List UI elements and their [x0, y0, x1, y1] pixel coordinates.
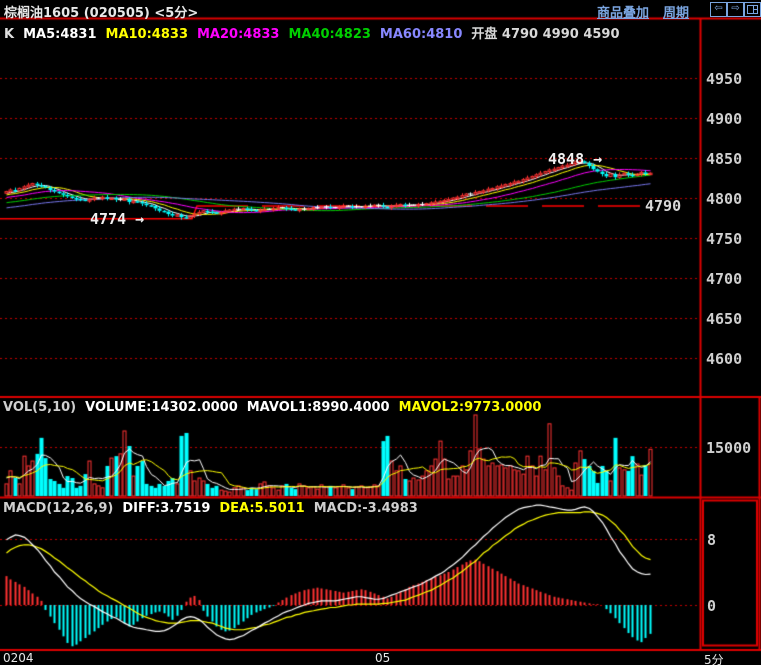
- price-axis-label: 4800: [706, 190, 742, 208]
- price-axis-label: 4900: [706, 110, 742, 128]
- x-axis-date-label: 0204: [3, 651, 34, 665]
- overlay-commodity-link[interactable]: 商品叠加: [597, 2, 649, 21]
- indicator-value: MA10:4833: [106, 27, 188, 42]
- indicator-value: 开盘 4790 4990 4590: [471, 27, 619, 42]
- price-axis-label: 4850: [706, 150, 742, 168]
- macd-indicator-row: MACD(12,26,9) DIFF:3.7519 DEA:5.5011 MACD:-…: [3, 501, 427, 516]
- indicator-value: MAVOL2:9773.0000: [399, 400, 542, 415]
- chart-canvas[interactable]: [0, 0, 761, 665]
- forward-arrow-icon: ⇨: [731, 3, 739, 14]
- price-axis-label: 4650: [706, 310, 742, 328]
- page-title: 棕榈油1605 (020505) <5分>: [4, 2, 198, 21]
- indicator-value: MACD:-3.4983: [314, 501, 418, 516]
- open-line-label: 4790: [645, 197, 681, 215]
- indicator-value: MA40:4823: [288, 27, 370, 42]
- indicator-value: MA60:4810: [380, 27, 462, 42]
- back-arrow-icon: ⇦: [714, 3, 722, 14]
- right-arrow-icon: →: [135, 210, 144, 228]
- session-low-annotation: 4774 →: [90, 210, 144, 228]
- right-arrow-icon: →: [593, 150, 602, 168]
- price-axis-label: 4750: [706, 230, 742, 248]
- chart-window: 棕榈油1605 (020505) <5分> 商品叠加 周期 ⇦ ⇨ K MA5:4…: [0, 0, 761, 665]
- price-axis-label: 4600: [706, 350, 742, 368]
- split-window-icon: [747, 5, 758, 14]
- volume-axis-label: 15000: [706, 439, 751, 457]
- period-status-label: 5分: [704, 651, 724, 665]
- macd-axis-label: 0: [707, 597, 716, 615]
- period-link[interactable]: 周期: [663, 2, 689, 21]
- indicator-value: MA5:4831: [23, 27, 96, 42]
- back-arrow-button[interactable]: ⇦: [710, 2, 727, 17]
- kline-indicator-row: K MA5:4831 MA10:4833 MA20:4833 MA40:4823 MA60…: [4, 23, 629, 42]
- indicator-value: DEA:5.5011: [219, 501, 304, 516]
- indicator-value: VOLUME:14302.0000: [85, 400, 238, 415]
- indicator-value: K: [4, 27, 14, 42]
- split-window-button[interactable]: [744, 2, 761, 17]
- indicator-value: MACD(12,26,9): [3, 501, 113, 516]
- price-axis-label: 4950: [706, 70, 742, 88]
- x-axis-date-label: 05: [375, 651, 390, 665]
- session-high-annotation: 4848 →: [548, 150, 602, 168]
- volume-indicator-row: VOL(5,10) VOLUME:14302.0000 MAVOL1:8990.40…: [3, 400, 550, 415]
- macd-axis-label: 8: [707, 531, 716, 549]
- indicator-value: MAVOL1:8990.4000: [247, 400, 390, 415]
- indicator-value: MA20:4833: [197, 27, 279, 42]
- indicator-value: VOL(5,10): [3, 400, 76, 415]
- price-axis-label: 4700: [706, 270, 742, 288]
- indicator-value: DIFF:3.7519: [122, 501, 210, 516]
- forward-arrow-button[interactable]: ⇨: [727, 2, 744, 17]
